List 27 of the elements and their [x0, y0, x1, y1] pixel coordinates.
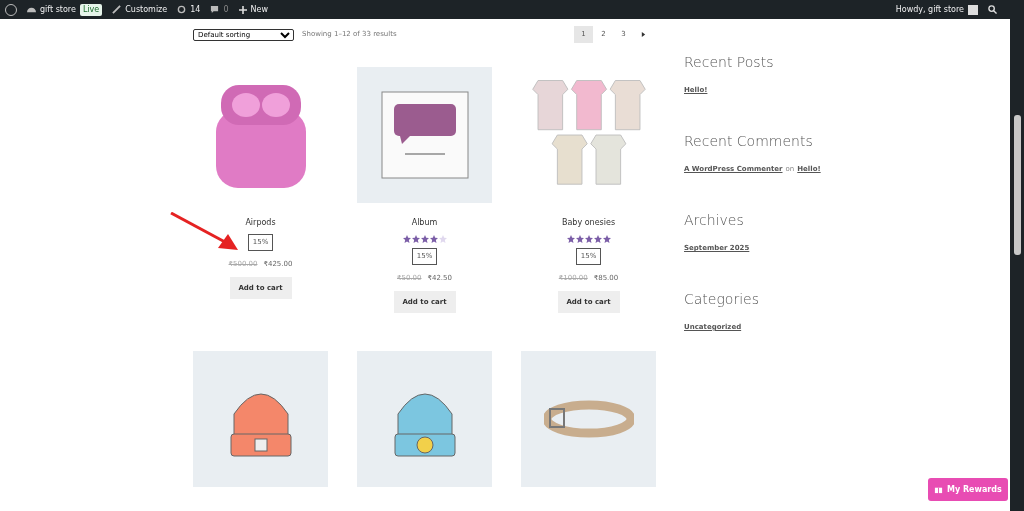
- avatar-icon: [968, 4, 978, 15]
- product-title[interactable]: Baby onesies: [561, 217, 616, 229]
- comments-count[interactable]: 0: [223, 3, 229, 16]
- widget-heading: Recent Posts: [684, 53, 775, 72]
- product-title[interactable]: Airpods: [245, 217, 276, 229]
- brush-icon: [112, 5, 122, 14]
- customize-link[interactable]: Customize: [125, 3, 168, 16]
- widget-heading: Archives: [684, 211, 745, 230]
- play-icon: [641, 32, 646, 37]
- product-title[interactable]: Album: [411, 217, 438, 229]
- widget-heading: Recent Comments: [684, 132, 814, 151]
- product-image[interactable]: [193, 351, 328, 487]
- new-link[interactable]: New: [250, 3, 268, 16]
- product-image[interactable]: [357, 67, 492, 203]
- product-image[interactable]: [357, 351, 492, 487]
- updates-count[interactable]: 14: [190, 3, 201, 16]
- live-badge: Live: [79, 3, 103, 16]
- plus-icon: [238, 5, 247, 14]
- search-icon[interactable]: [988, 5, 997, 14]
- pointer-arrow-icon: [170, 212, 240, 252]
- site-name-link[interactable]: gift store: [40, 3, 76, 16]
- scrollbar[interactable]: [1010, 19, 1024, 511]
- dashboard-icon: [27, 5, 36, 14]
- widget-heading: Categories: [684, 290, 760, 309]
- refresh-icon: [177, 5, 187, 14]
- greeting-link[interactable]: Howdy, gift store: [895, 3, 964, 16]
- comment-icon: [210, 5, 220, 14]
